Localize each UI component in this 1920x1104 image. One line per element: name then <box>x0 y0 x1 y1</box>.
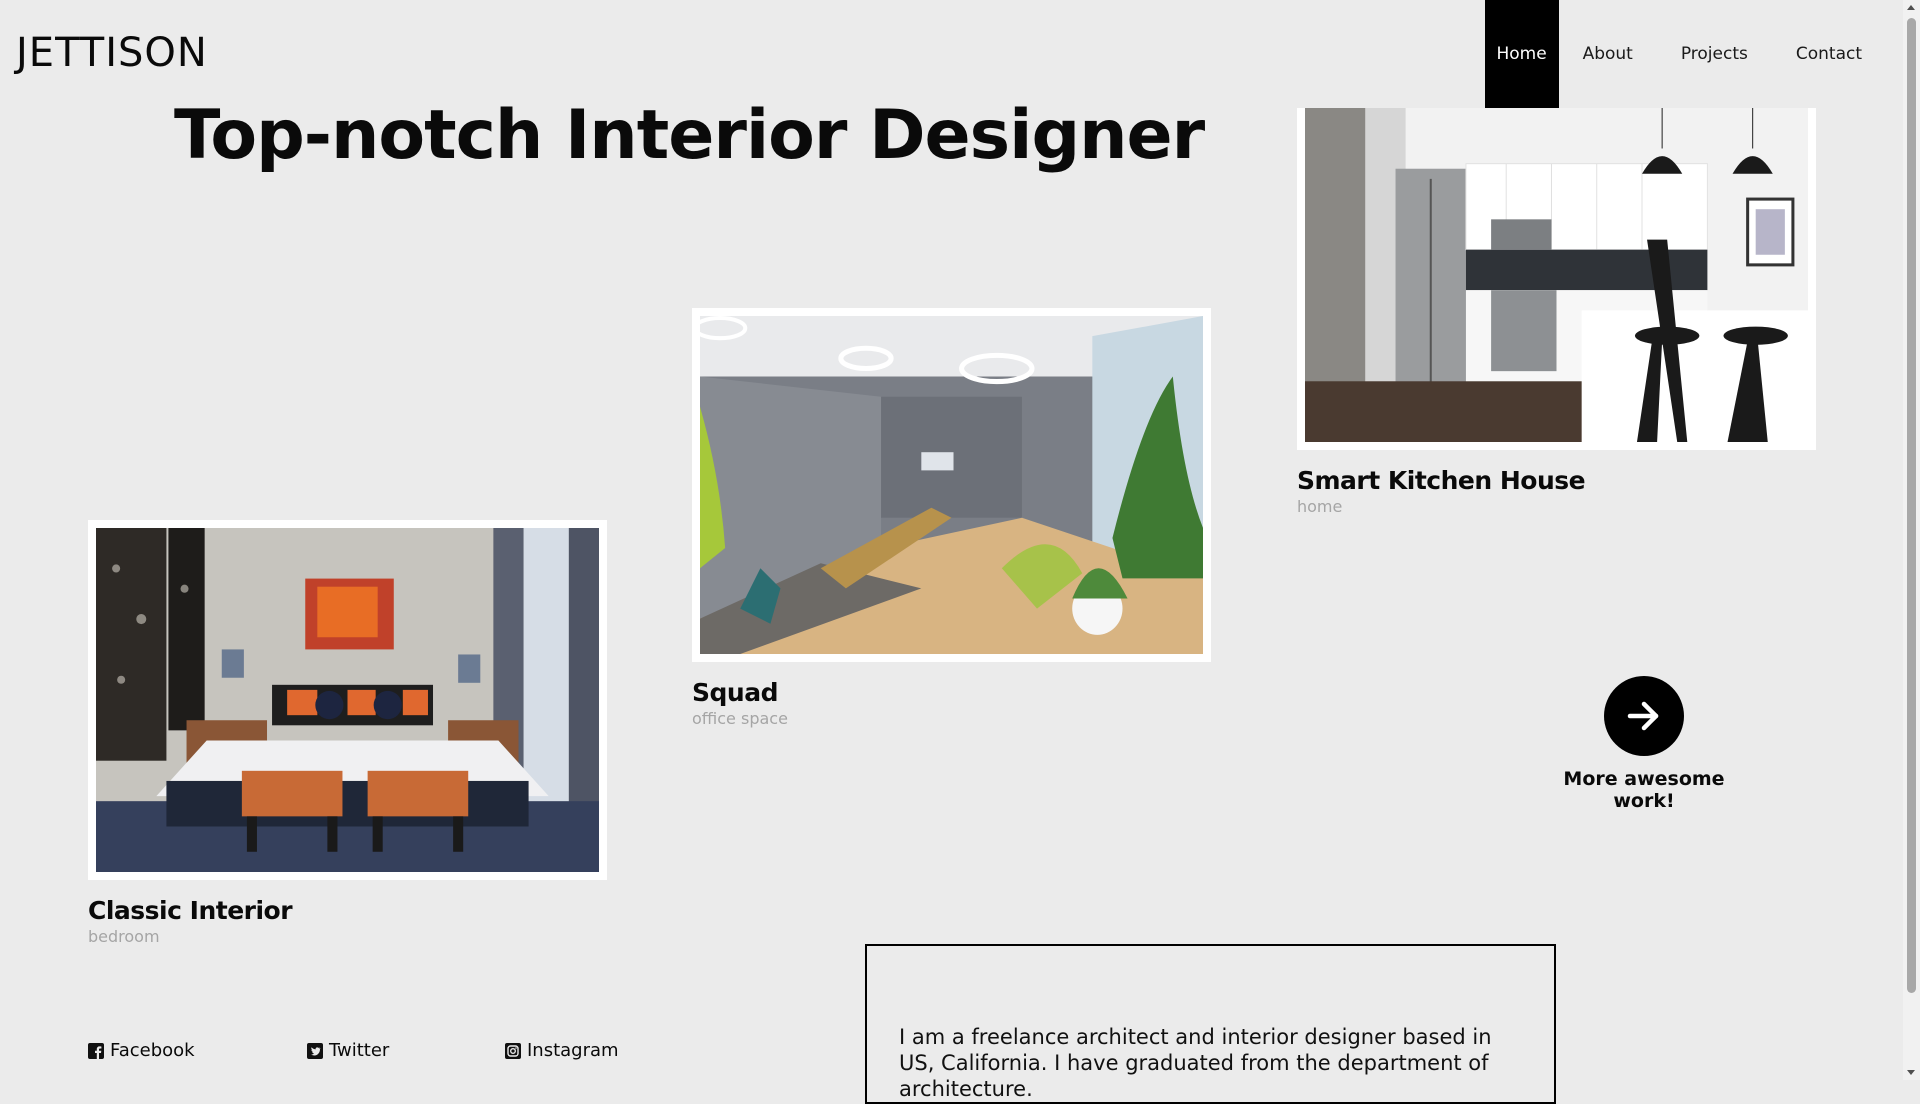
project-card-kitchen[interactable]: Smart Kitchen House home <box>1297 108 1816 516</box>
hero-title: Top-notch Interior Designer <box>174 96 1205 175</box>
kitchen-photo[interactable] <box>1305 108 1808 442</box>
facebook-icon <box>88 1042 104 1059</box>
social-label: Twitter <box>329 1040 390 1061</box>
scrollbar-thumb[interactable] <box>1907 18 1916 993</box>
project-title[interactable]: Classic Interior <box>88 896 607 925</box>
project-image-frame <box>692 308 1211 662</box>
scroll-down-icon[interactable] <box>1907 1070 1915 1075</box>
social-link-twitter[interactable]: Twitter <box>307 1040 389 1061</box>
nav-home[interactable]: Home <box>1484 0 1559 108</box>
about-text: I am a freelance architect and interior … <box>899 1025 1492 1101</box>
site-logo[interactable]: JETTISON <box>16 30 208 76</box>
main-nav: Home About Projects Contact <box>1484 0 1886 108</box>
project-card-squad[interactable]: Squad office space <box>692 308 1211 728</box>
social-label: Instagram <box>527 1040 619 1061</box>
bedroom-photo[interactable] <box>96 528 599 872</box>
project-category: office space <box>692 709 788 728</box>
nav-contact[interactable]: Contact <box>1772 0 1886 108</box>
nav-about[interactable]: About <box>1559 0 1657 108</box>
project-image-frame <box>88 520 607 880</box>
scroll-up-icon[interactable] <box>1907 5 1915 10</box>
project-card-classic[interactable]: Classic Interior bedroom <box>88 520 607 946</box>
vertical-scrollbar[interactable] <box>1903 0 1920 1080</box>
twitter-icon <box>307 1042 323 1059</box>
social-link-instagram[interactable]: Instagram <box>505 1040 619 1061</box>
project-title[interactable]: Squad <box>692 678 1211 707</box>
project-category: home <box>1297 497 1343 516</box>
project-category: bedroom <box>88 927 160 946</box>
more-work-link[interactable]: More awesome work! <box>1554 676 1734 812</box>
project-image-frame <box>1297 108 1816 450</box>
more-work-label[interactable]: More awesome work! <box>1554 768 1734 812</box>
arrow-right-icon <box>1627 701 1659 731</box>
social-label: Facebook <box>110 1040 195 1061</box>
social-link-facebook[interactable]: Facebook <box>88 1040 195 1061</box>
nav-projects[interactable]: Projects <box>1657 0 1772 108</box>
instagram-icon <box>505 1042 521 1059</box>
more-work-button[interactable] <box>1604 676 1684 756</box>
project-title[interactable]: Smart Kitchen House <box>1297 466 1816 495</box>
office-photo[interactable] <box>700 316 1203 654</box>
about-box: I am a freelance architect and interior … <box>865 944 1556 1104</box>
